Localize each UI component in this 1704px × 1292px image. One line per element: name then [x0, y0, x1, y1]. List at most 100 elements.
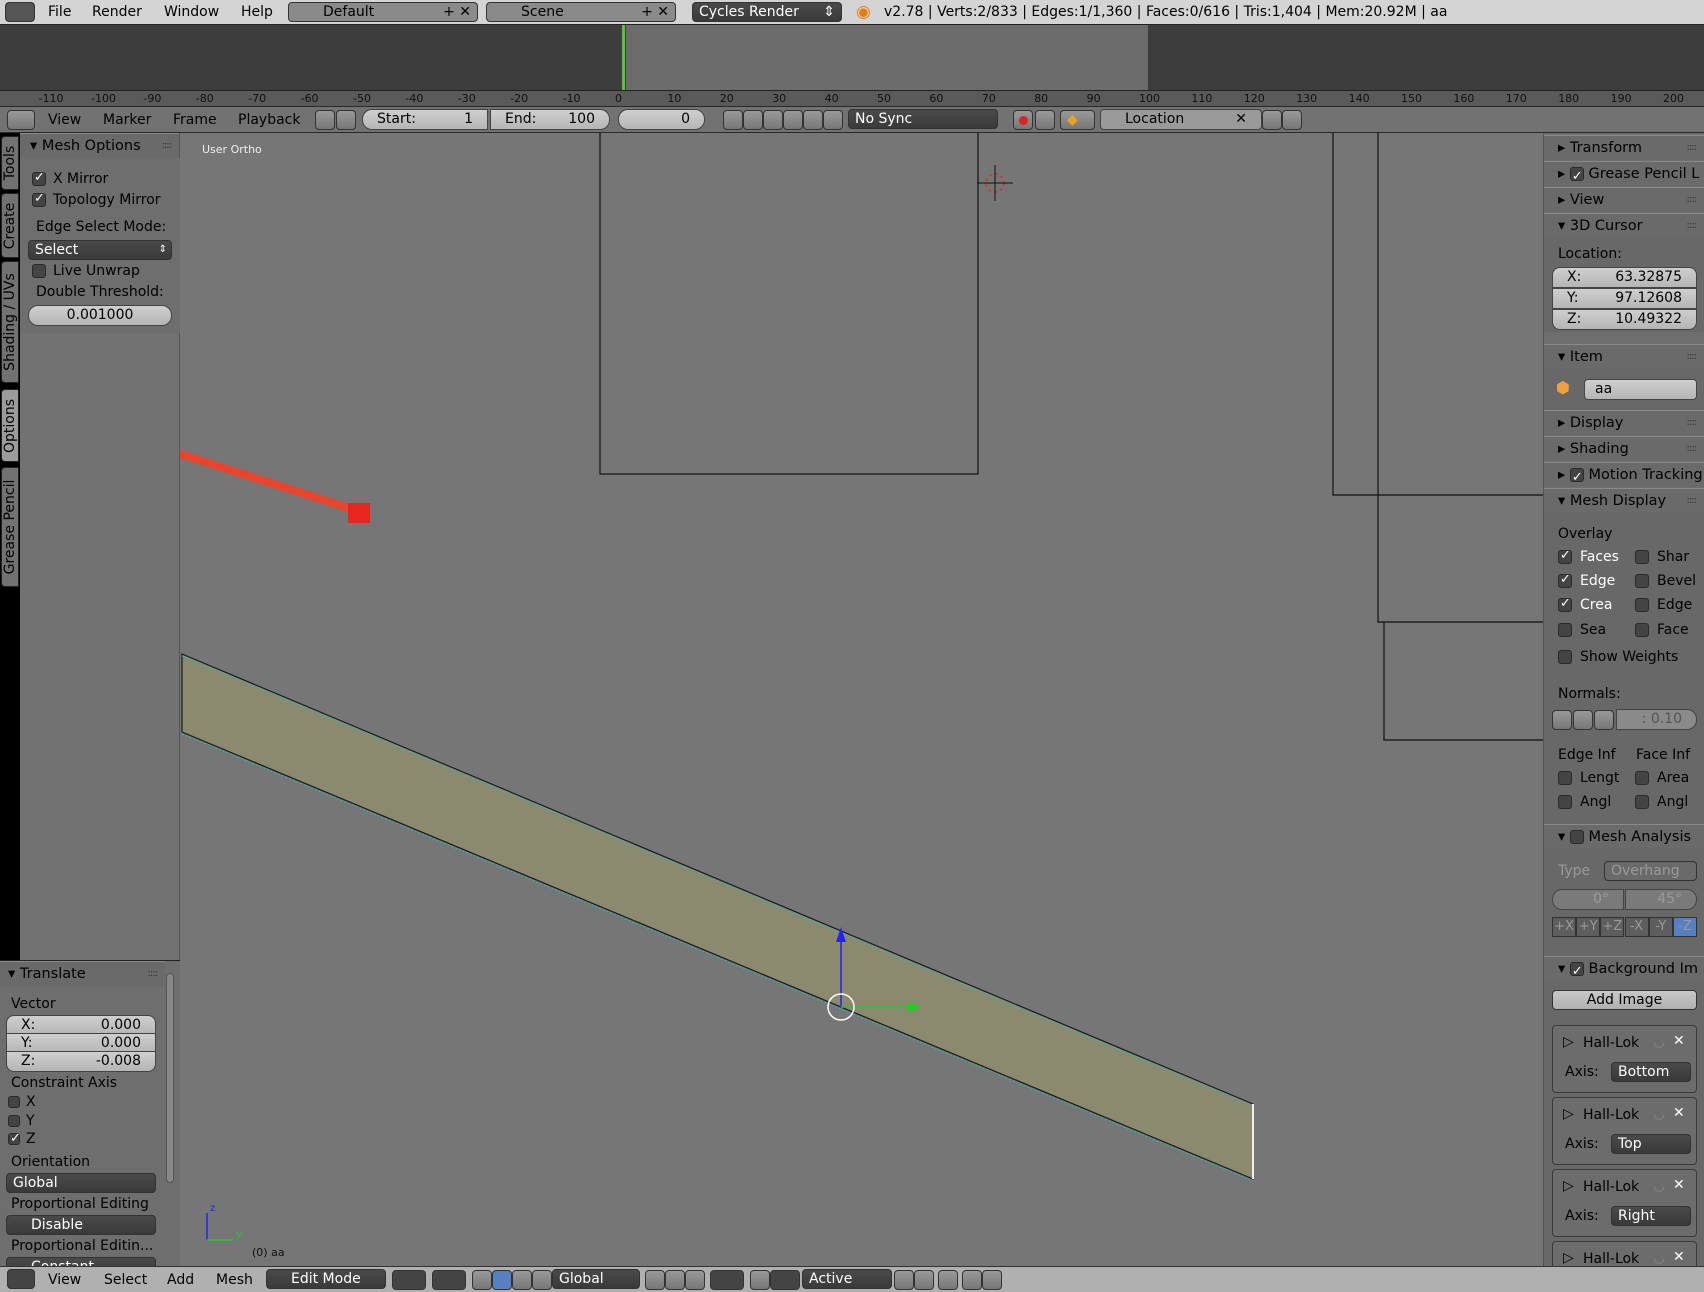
record-icon[interactable]	[1013, 110, 1033, 130]
play-icon[interactable]	[783, 110, 803, 130]
background-images-panel-header[interactable]: ▾ Background Im	[1544, 956, 1704, 984]
edge-marks-checkbox[interactable]	[1635, 598, 1649, 612]
viewport-shading-icon[interactable]	[392, 1270, 426, 1290]
menu-file[interactable]: File	[48, 4, 71, 20]
vertex-normals-icon[interactable]	[1552, 710, 1572, 730]
editor-type-timeline-icon[interactable]	[7, 110, 35, 130]
face-normals-icon[interactable]	[1594, 710, 1614, 730]
constraint-y-checkbox[interactable]	[8, 1115, 20, 1127]
expand-icon[interactable]: ▷	[1563, 1034, 1574, 1050]
background-images-checkbox[interactable]	[1569, 960, 1584, 984]
edge-length-checkbox[interactable]	[1558, 771, 1572, 785]
menu-view[interactable]: View	[48, 112, 81, 128]
mesh-analysis-panel-header[interactable]: ▾ Mesh Analysis	[1544, 824, 1704, 849]
show-weights-checkbox[interactable]	[1558, 650, 1572, 664]
live-unwrap-checkbox[interactable]	[32, 264, 46, 278]
axis-dropdown[interactable]: Right	[1611, 1206, 1691, 1226]
grip-icon[interactable]: ::::	[1687, 188, 1698, 212]
menu-playback[interactable]: Playback	[238, 112, 300, 128]
editor-type-3dview-icon[interactable]	[7, 1269, 35, 1289]
visibility-eye-icon[interactable]: ◡	[1653, 1034, 1665, 1050]
axis-button[interactable]: -Y	[1648, 917, 1673, 937]
tab-create[interactable]: Create	[1, 193, 19, 258]
render-engine-dropdown[interactable]: Cycles Render ⇕	[692, 2, 842, 22]
menu-select[interactable]: Select	[104, 1272, 147, 1288]
3d-viewport[interactable]: User Ortho z y (0) aa	[180, 133, 1543, 1266]
menu-add[interactable]: Add	[167, 1272, 194, 1288]
remove-image-icon[interactable]: ✕	[1673, 1105, 1685, 1121]
cursor-z-field[interactable]: Z: 10.49322	[1552, 309, 1697, 330]
view-panel-header[interactable]: ▸ View::::	[1544, 187, 1704, 212]
jump-start-icon[interactable]	[723, 110, 743, 130]
sync-mode-dropdown[interactable]: No Sync	[848, 109, 998, 129]
visibility-eye-icon[interactable]: ◡	[1653, 1250, 1665, 1266]
object-name-field[interactable]: aa	[1584, 379, 1697, 400]
grip-icon[interactable]: ::::	[162, 134, 173, 158]
visibility-eye-icon[interactable]: ◡	[1653, 1178, 1665, 1194]
add-image-button[interactable]: Add Image	[1552, 990, 1697, 1010]
jump-end-icon[interactable]	[823, 110, 843, 130]
analysis-type-dropdown[interactable]: Overhang	[1604, 861, 1697, 881]
proportional-editing-icon[interactable]	[710, 1270, 744, 1290]
keying-set-field[interactable]: Location ✕	[1100, 109, 1262, 130]
grip-icon[interactable]: ::::	[148, 962, 159, 986]
axis-button[interactable]: +Y	[1576, 917, 1601, 937]
start-frame-field[interactable]: Start: 1	[362, 109, 488, 130]
cursor-y-field[interactable]: Y: 97.12608	[1552, 288, 1697, 309]
remove-image-icon[interactable]: ✕	[1673, 1033, 1685, 1049]
min-angle-field[interactable]: 0°	[1552, 889, 1624, 910]
mode-dropdown[interactable]: Edit Mode	[266, 1269, 386, 1289]
remove-image-icon[interactable]: ✕	[1673, 1177, 1685, 1193]
expand-icon[interactable]: ▷	[1563, 1250, 1574, 1266]
tab-options[interactable]: Options	[1, 389, 19, 462]
timeline-ruler[interactable]: -110 -100 -90 -80 -70 -60 -50 -40 -30 -20 -10 0 10 20…	[0, 90, 1704, 106]
pivot-point-icon[interactable]	[432, 1270, 466, 1290]
menu-marker[interactable]: Marker	[103, 112, 151, 128]
x-mirror-checkbox[interactable]	[32, 170, 46, 186]
vector-z-field[interactable]: Z: -0.008	[6, 1051, 156, 1072]
grip-icon[interactable]: ::::	[1687, 411, 1698, 435]
face-angle-checkbox[interactable]	[1635, 795, 1649, 809]
snap-target-dropdown[interactable]: Active	[802, 1269, 892, 1289]
menu-frame[interactable]: Frame	[173, 112, 217, 128]
grip-icon[interactable]: ::::	[1687, 214, 1698, 238]
face-area-checkbox[interactable]	[1635, 771, 1649, 785]
constraint-x-checkbox[interactable]	[8, 1096, 20, 1108]
menu-help[interactable]: Help	[241, 4, 273, 20]
axis-dropdown[interactable]: Bottom	[1611, 1062, 1691, 1082]
tab-tools[interactable]: Tools	[1, 136, 19, 190]
mesh-analysis-checkbox[interactable]	[1569, 830, 1584, 844]
crease-checkbox[interactable]	[1558, 596, 1572, 612]
render-camera-icon[interactable]	[962, 1270, 982, 1290]
menu-view[interactable]: View	[48, 1272, 81, 1288]
axis-dropdown[interactable]: Top	[1611, 1134, 1691, 1154]
screen-layout-selector[interactable]: Default + ✕	[288, 2, 478, 22]
face-select-icon[interactable]	[685, 1270, 705, 1290]
add-remove-layout-icons[interactable]: + ✕	[443, 3, 471, 21]
remove-image-icon[interactable]: ✕	[1673, 1249, 1685, 1265]
display-panel-header[interactable]: ▸ Display::::	[1544, 410, 1704, 435]
grip-icon[interactable]: ::::	[1687, 489, 1698, 513]
add-remove-scene-icons[interactable]: + ✕	[641, 3, 669, 21]
visibility-eye-icon[interactable]: ◡	[1653, 1106, 1665, 1122]
editor-type-info-icon[interactable]	[5, 2, 35, 22]
tab-grease-pencil[interactable]: Grease Pencil	[1, 467, 19, 587]
end-frame-field[interactable]: End: 100	[490, 109, 610, 130]
edge-select-mode-dropdown[interactable]: Select ⇕	[28, 240, 172, 260]
render-animation-icon[interactable]	[982, 1270, 1002, 1290]
scale-manipulator-icon[interactable]	[532, 1270, 552, 1290]
faces-checkbox[interactable]	[1558, 548, 1572, 564]
translate-manipulator-icon[interactable]	[492, 1270, 512, 1290]
normals-size-field[interactable]: : 0.10	[1616, 709, 1697, 730]
topology-mirror-checkbox[interactable]	[32, 191, 46, 207]
preview-range-icon[interactable]	[315, 110, 335, 130]
edge-angle-checkbox[interactable]	[1558, 795, 1572, 809]
mesh-options-header[interactable]: ▾ Mesh Options::::	[20, 133, 179, 158]
vertex-select-icon[interactable]	[645, 1270, 665, 1290]
expand-icon[interactable]: ▷	[1563, 1178, 1574, 1194]
grip-icon[interactable]: ::::	[1687, 136, 1698, 160]
constraint-z-checkbox[interactable]	[8, 1131, 21, 1146]
menu-mesh[interactable]: Mesh	[216, 1272, 253, 1288]
orientation-dropdown[interactable]: Global	[6, 1173, 156, 1193]
grease-pencil-panel-header[interactable]: ▸ Grease Pencil L	[1544, 161, 1704, 189]
